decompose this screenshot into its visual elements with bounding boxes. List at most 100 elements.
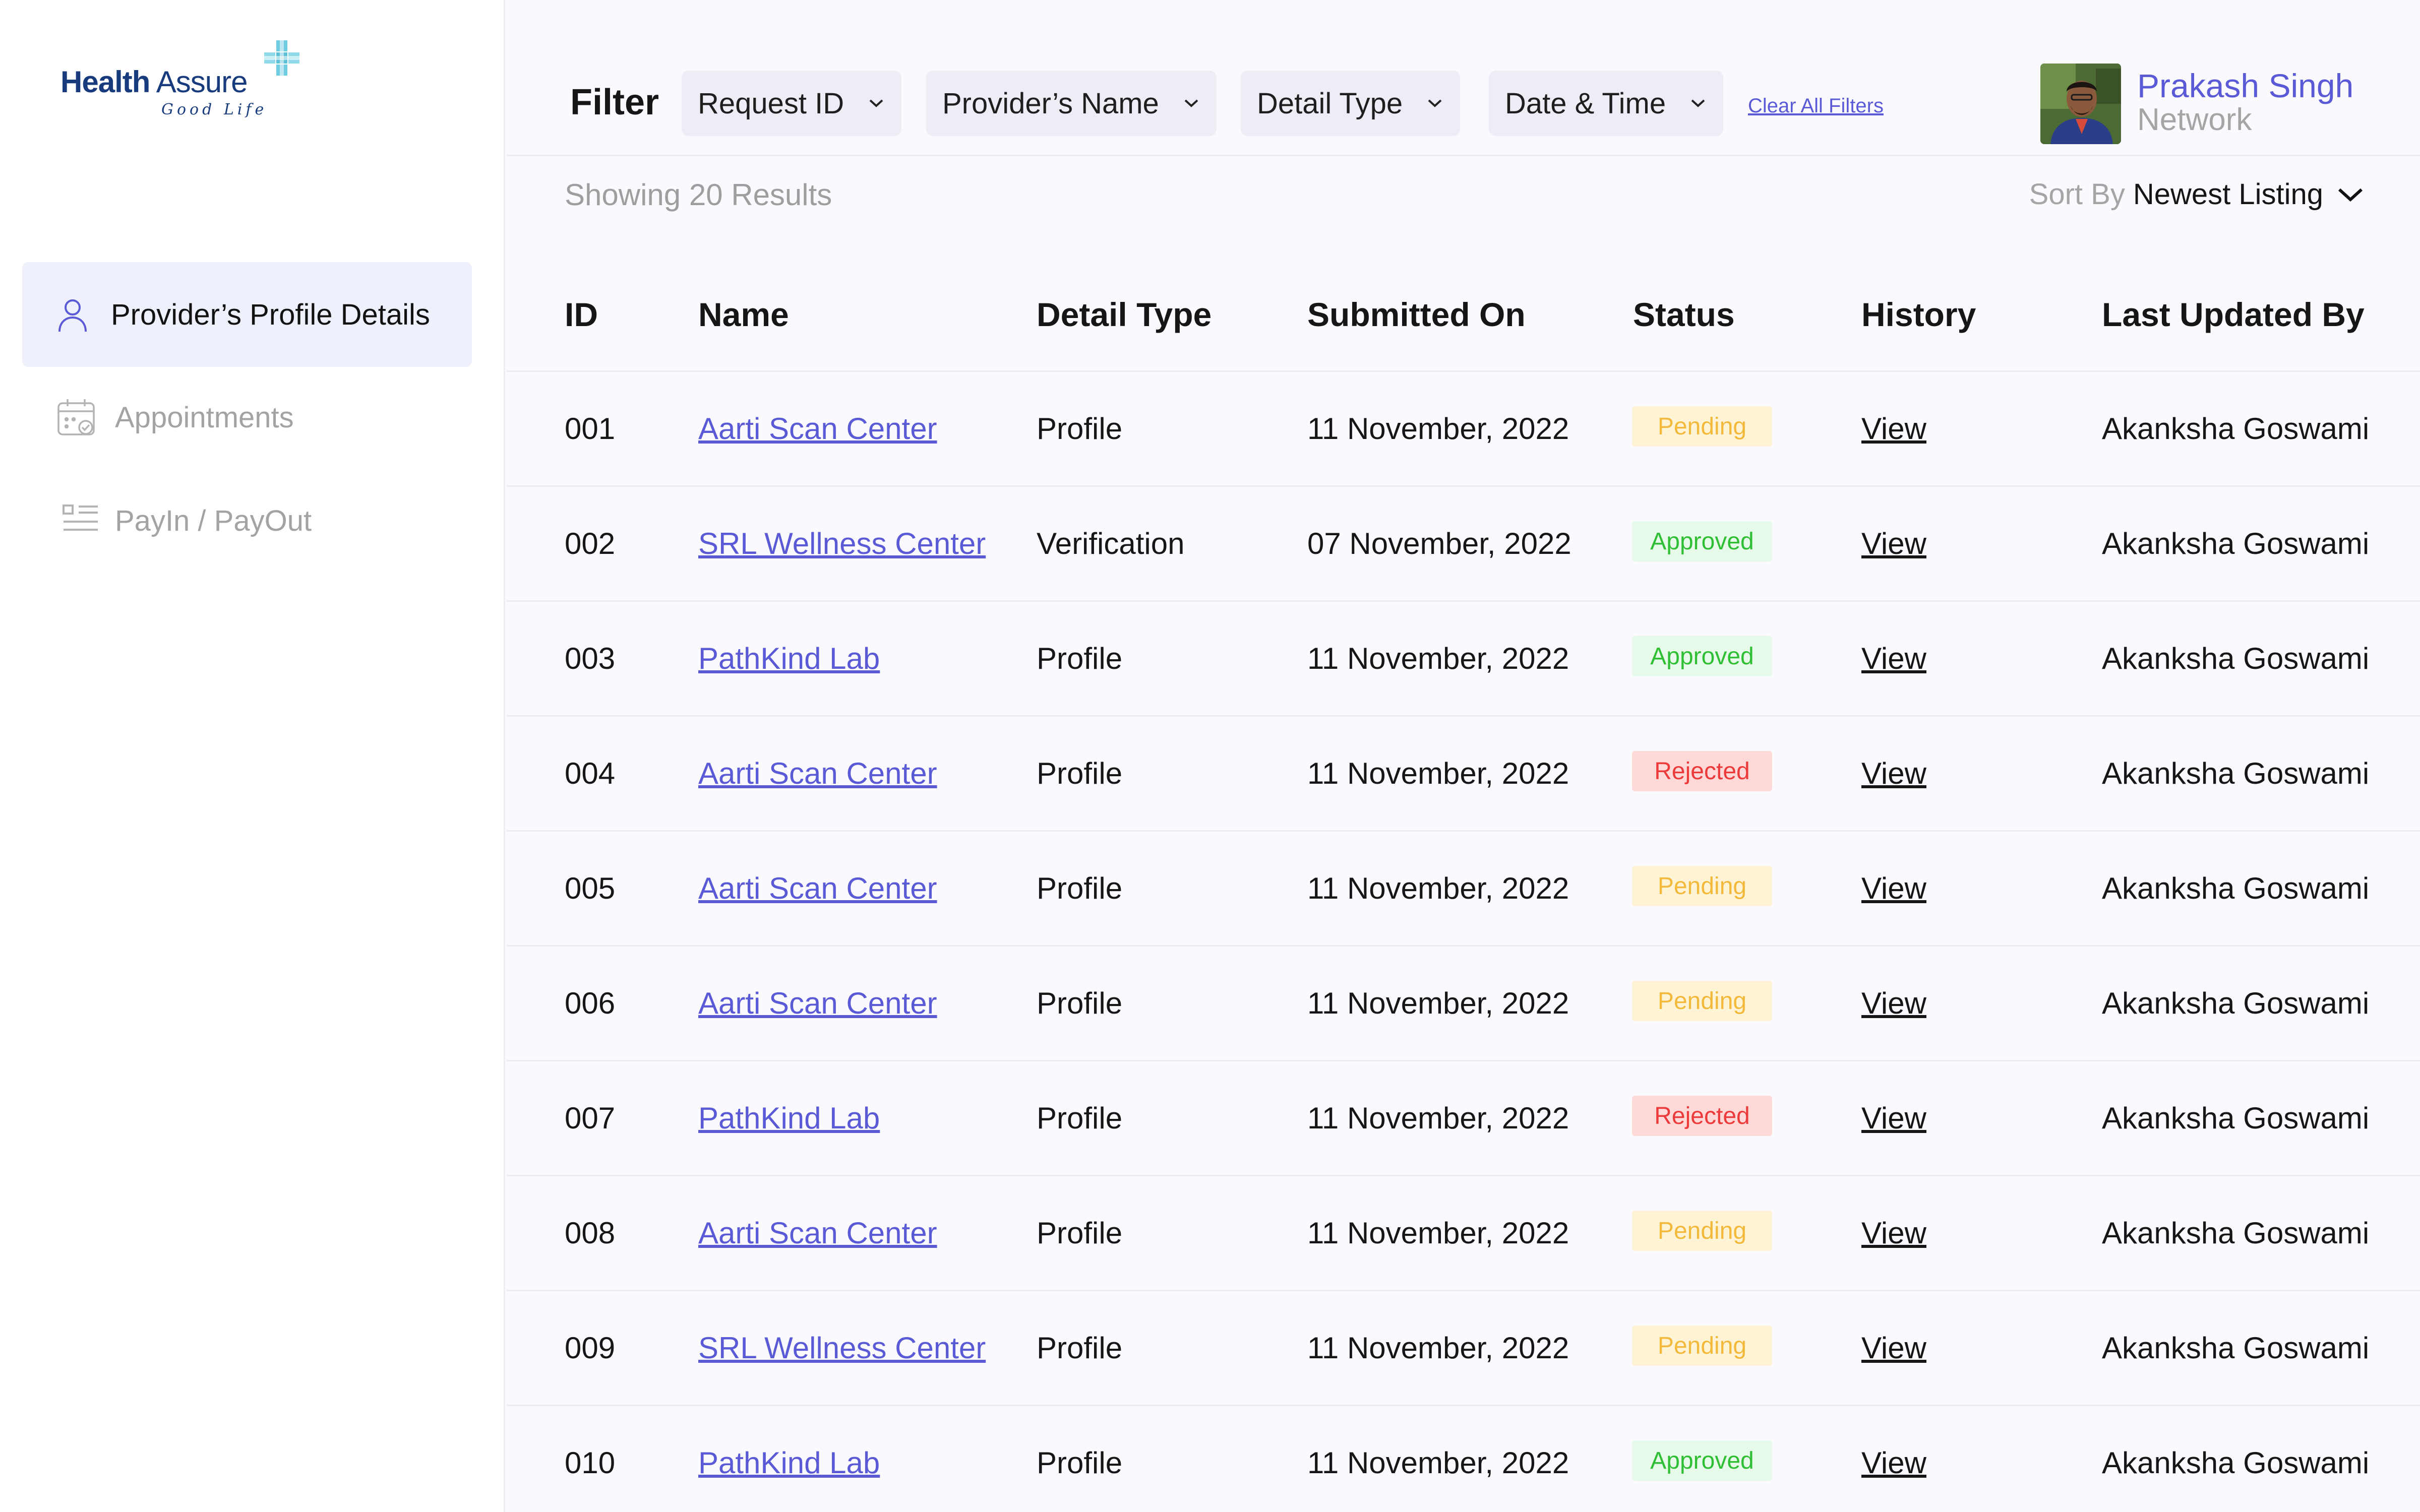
column-header-status[interactable]: Status (1633, 295, 1735, 334)
row-last-updated-by: Akanksha Goswami (2102, 986, 2370, 1020)
status-badge: Approved (1632, 1440, 1772, 1481)
status-badge: Approved (1632, 636, 1772, 676)
calendar-icon (57, 399, 95, 435)
row-id: 006 (565, 986, 616, 1020)
view-history-link[interactable]: View (1861, 526, 1926, 561)
view-history-link[interactable]: View (1861, 871, 1926, 906)
sidebar-item-providers-profile[interactable]: Provider’s Profile Details (22, 262, 472, 367)
avatar[interactable] (2040, 64, 2121, 144)
row-submitted-on: 11 November, 2022 (1307, 871, 1569, 905)
sidebar-item-appointments[interactable]: Appointments (22, 367, 472, 468)
provider-name-link[interactable]: Aarti Scan Center (698, 1216, 937, 1250)
view-history-link[interactable]: View (1861, 411, 1926, 446)
table-row: 002 SRL Wellness Center Verification 07 … (507, 487, 2420, 602)
status-badge: Pending (1632, 1211, 1772, 1251)
clear-all-filters-link[interactable]: Clear All Filters (1748, 95, 1884, 117)
medical-cross-icon (264, 40, 299, 76)
row-last-updated-by: Akanksha Goswami (2102, 642, 2370, 675)
sidebar-nav: Provider’s Profile Details Appointments (22, 262, 472, 574)
row-detail-type: Profile (1037, 1101, 1123, 1135)
row-id: 009 (565, 1331, 616, 1365)
table-header: ID Name Detail Type Submitted On Status … (507, 257, 2420, 372)
sidebar-item-label: Provider’s Profile Details (111, 298, 430, 331)
provider-name-link[interactable]: PathKind Lab (698, 1445, 880, 1480)
filter-detail-type-dropdown[interactable]: Detail Type (1241, 71, 1461, 136)
provider-name-link[interactable]: Aarti Scan Center (698, 411, 937, 446)
avatar-photo (2040, 64, 2121, 144)
column-header-name[interactable]: Name (698, 295, 789, 334)
results-count: Showing 20 Results (565, 178, 832, 212)
view-history-link[interactable]: View (1861, 986, 1926, 1021)
provider-name-link[interactable]: SRL Wellness Center (698, 526, 986, 561)
row-last-updated-by: Akanksha Goswami (2102, 757, 2370, 790)
filter-label: Date & Time (1505, 87, 1666, 120)
row-last-updated-by: Akanksha Goswami (2102, 1101, 2370, 1135)
row-detail-type: Profile (1037, 1331, 1123, 1365)
view-history-link[interactable]: View (1861, 641, 1926, 676)
filter-label: Request ID (698, 87, 844, 120)
table-row: 008 Aarti Scan Center Profile 11 Novembe… (507, 1176, 2420, 1291)
table-row: 003 PathKind Lab Profile 11 November, 20… (507, 602, 2420, 717)
view-history-link[interactable]: View (1861, 1331, 1926, 1365)
column-header-submitted-on[interactable]: Submitted On (1307, 295, 1526, 334)
filter-providers-name-dropdown[interactable]: Provider’s Name (926, 71, 1217, 136)
brand-name-bold: Health (60, 65, 150, 99)
view-history-link[interactable]: View (1861, 1445, 1926, 1480)
status-badge: Pending (1632, 1326, 1772, 1366)
table-row: 010 PathKind Lab Profile 11 November, 20… (507, 1406, 2420, 1512)
brand-tagline: Good Life (161, 101, 268, 118)
chevron-down-icon (1691, 99, 1705, 107)
column-header-last-updated-by[interactable]: Last Updated By (2102, 295, 2365, 334)
sort-label: Sort By (2029, 178, 2125, 211)
providers-table: ID Name Detail Type Submitted On Status … (507, 257, 2420, 1512)
row-detail-type: Profile (1037, 642, 1123, 675)
column-header-id[interactable]: ID (565, 295, 598, 334)
healthassure-logo[interactable]: Health Assure Good Life (60, 39, 302, 125)
provider-name-link[interactable]: SRL Wellness Center (698, 1331, 986, 1365)
sidebar-item-label: Appointments (115, 401, 294, 434)
sort-value: Newest Listing (2133, 178, 2323, 211)
row-last-updated-by: Akanksha Goswami (2102, 1331, 2370, 1365)
provider-name-link[interactable]: PathKind Lab (698, 641, 880, 676)
sidebar-item-payin-payout[interactable]: PayIn / PayOut (22, 468, 472, 574)
row-submitted-on: 11 November, 2022 (1307, 757, 1569, 790)
filter-request-id-dropdown[interactable]: Request ID (682, 71, 902, 136)
row-detail-type: Profile (1037, 1216, 1123, 1250)
user-role: Network (2137, 102, 2252, 137)
row-id: 010 (565, 1446, 616, 1480)
user-name: Prakash Singh (2137, 67, 2354, 104)
view-history-link[interactable]: View (1861, 1216, 1926, 1250)
row-detail-type: Profile (1037, 871, 1123, 905)
row-last-updated-by: Akanksha Goswami (2102, 412, 2370, 446)
view-history-link[interactable]: View (1861, 756, 1926, 791)
brand-name-regular: Assure (156, 65, 248, 99)
row-submitted-on: 11 November, 2022 (1307, 986, 1569, 1020)
list-icon (63, 505, 98, 531)
filter-label: Detail Type (1257, 87, 1403, 120)
row-last-updated-by: Akanksha Goswami (2102, 527, 2370, 560)
column-header-detail-type[interactable]: Detail Type (1037, 295, 1212, 334)
sort-dropdown[interactable]: Sort By Newest Listing (2029, 177, 2365, 211)
row-submitted-on: 11 November, 2022 (1307, 412, 1569, 446)
provider-name-link[interactable]: PathKind Lab (698, 1101, 880, 1136)
row-last-updated-by: Akanksha Goswami (2102, 1216, 2370, 1250)
row-id: 004 (565, 757, 616, 790)
row-id: 002 (565, 527, 616, 560)
filter-title: Filter (570, 82, 659, 122)
status-badge: Pending (1632, 406, 1772, 447)
row-detail-type: Profile (1037, 757, 1123, 790)
table-row: 005 Aarti Scan Center Profile 11 Novembe… (507, 832, 2420, 947)
row-submitted-on: 11 November, 2022 (1307, 1216, 1569, 1250)
brand-name: Health Assure (60, 65, 248, 99)
filter-date-time-dropdown[interactable]: Date & Time (1489, 71, 1724, 136)
column-header-history[interactable]: History (1861, 295, 1976, 334)
chevron-down-icon (1428, 99, 1442, 107)
provider-name-link[interactable]: Aarti Scan Center (698, 871, 937, 906)
view-history-link[interactable]: View (1861, 1101, 1926, 1136)
row-last-updated-by: Akanksha Goswami (2102, 871, 2370, 905)
user-profile[interactable]: Prakash Singh Network (2040, 64, 2403, 149)
row-submitted-on: 11 November, 2022 (1307, 1446, 1569, 1480)
provider-name-link[interactable]: Aarti Scan Center (698, 756, 937, 791)
row-id: 003 (565, 642, 616, 675)
provider-name-link[interactable]: Aarti Scan Center (698, 986, 937, 1021)
